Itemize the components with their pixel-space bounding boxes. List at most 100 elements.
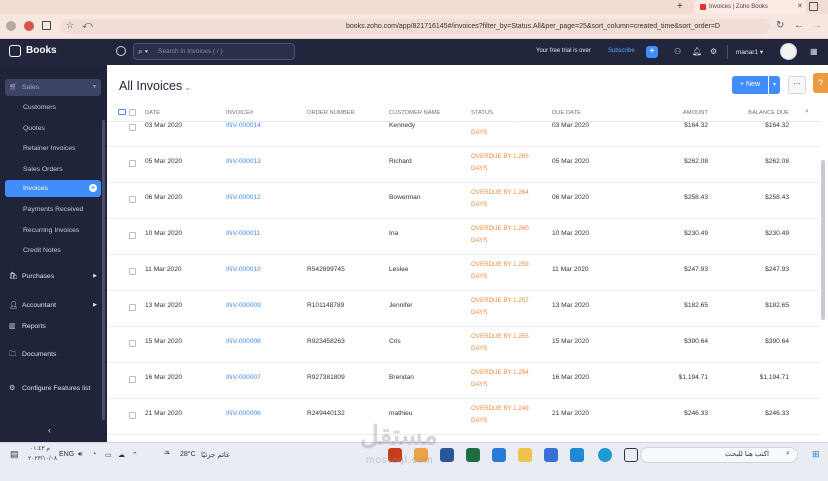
forward-icon[interactable]: → — [812, 20, 822, 31]
sidebar-item-quotes[interactable]: Quotes — [5, 120, 101, 137]
quick-create-button[interactable]: + — [646, 46, 658, 58]
sidebar-item-invoices[interactable]: Invoices + — [5, 180, 101, 197]
reload-icon[interactable]: ↻ — [776, 20, 784, 31]
taskbar-search[interactable]: اكتب هنا للبحث — [640, 447, 798, 463]
books-logo-icon[interactable] — [9, 45, 21, 57]
weather-icon[interactable]: ⛅︎ — [164, 451, 170, 459]
sidebar-item-configure-features[interactable]: ⚙ Configure Features list — [5, 380, 101, 397]
table-row[interactable]: 11 Mar 2020 INV-000010 R542699745 Leslee OVE… — [107, 255, 820, 291]
recent-activity-icon[interactable] — [116, 46, 126, 56]
volume-icon[interactable]: 🔊︎ — [78, 451, 82, 459]
column-header-status[interactable]: STATUS — [471, 110, 493, 116]
row-checkbox[interactable] — [129, 160, 136, 167]
sidebar-scrollbar[interactable] — [102, 120, 105, 420]
column-header-invoice[interactable]: INVOICE# — [226, 110, 253, 116]
column-header-amount[interactable]: AMOUNT — [683, 110, 708, 116]
row-checkbox[interactable] — [129, 232, 136, 239]
search-icon[interactable]: ⌕ — [805, 108, 809, 116]
row-checkbox[interactable] — [129, 304, 136, 311]
table-row[interactable]: 03 Mar 2020 INV-000014 Kennedy OVERDUE BY 1… — [107, 122, 820, 147]
browser-tab[interactable]: Invoices | Zoho Books — [694, 0, 806, 14]
settings-icon[interactable]: ⚙ — [710, 47, 717, 56]
sidebar-toggle-icon[interactable] — [42, 21, 51, 30]
subscribe-link[interactable]: Subscribe — [608, 48, 635, 54]
table-row[interactable]: 13 Mar 2020 INV-000009 R101148789 Jennifer O… — [107, 291, 820, 327]
cell-invoice-link[interactable]: INV-000008 — [226, 338, 261, 345]
org-switcher[interactable]: manar1 ▾ — [736, 48, 763, 56]
back-icon[interactable]: ← — [794, 20, 804, 31]
column-header-date[interactable]: DATE — [145, 110, 160, 116]
task-view-icon[interactable] — [624, 448, 638, 462]
row-checkbox[interactable] — [129, 196, 136, 203]
column-header-order-number[interactable]: ORDER NUMBER — [307, 110, 355, 116]
cell-invoice-link[interactable]: INV-000012 — [226, 194, 261, 201]
cloud-icon[interactable]: ☁ — [118, 451, 125, 459]
sidebar-item-accountant[interactable]: 👤︎ Accountant ▶ — [5, 297, 101, 314]
excel-icon[interactable] — [466, 448, 480, 462]
column-header-balance-due[interactable]: BALANCE DUE — [748, 110, 789, 116]
table-row[interactable]: 21 Mar 2020 INV-000006 R249440132 mathieu OV… — [107, 399, 820, 435]
store-icon[interactable] — [544, 448, 558, 462]
sidebar-item-retainer-invoices[interactable]: Retainer Invoices — [5, 140, 101, 157]
search-icon[interactable]: ⌕ — [786, 450, 790, 458]
sidebar-item-customers[interactable]: Customers — [5, 99, 101, 116]
sidebar-item-purchases[interactable]: 🛍︎ Purchases ▶ — [5, 268, 101, 285]
new-dropdown-button[interactable]: ▼ — [769, 76, 780, 94]
sidebar-item-payments-received[interactable]: Payments Received — [5, 201, 101, 218]
main-scrollbar[interactable] — [821, 160, 825, 320]
cell-invoice-link[interactable]: INV-000009 — [226, 302, 261, 309]
url-field[interactable]: books.zoho.com/app/821716145#/invoices?f… — [60, 19, 770, 34]
row-checkbox[interactable] — [129, 124, 136, 131]
language-indicator[interactable]: ENG — [59, 451, 74, 458]
tab-menu-icon[interactable] — [809, 2, 818, 11]
weather-text[interactable]: غائم جزئيًا — [201, 451, 230, 459]
battery-icon[interactable]: ▭ — [105, 451, 112, 459]
row-checkbox[interactable] — [129, 340, 136, 347]
cell-invoice-link[interactable]: INV-000006 — [226, 410, 261, 417]
column-header-due-date[interactable]: DUE DATE — [552, 110, 581, 116]
more-options-button[interactable]: ··· — [788, 76, 806, 94]
mail-icon[interactable] — [492, 448, 506, 462]
brand-name[interactable]: Books — [26, 45, 57, 56]
table-row[interactable]: 05 Mar 2020 INV-000013 Richard OVERDUE BY 1… — [107, 147, 820, 183]
cell-invoice-link[interactable]: INV-000011 — [226, 230, 260, 237]
reader-icon[interactable]: ⤺ — [82, 20, 93, 31]
column-header-customer[interactable]: CUSTOMER NAME — [389, 110, 440, 116]
table-row[interactable]: 10 Mar 2020 INV-000011 Ina OVERDUE BY 1,260… — [107, 219, 820, 255]
help-button[interactable]: ? — [813, 73, 828, 93]
file-explorer-icon[interactable] — [518, 448, 532, 462]
sidebar-item-documents[interactable]: 🗀 Documents — [5, 346, 101, 363]
search-input[interactable] — [158, 45, 292, 58]
cell-invoice-link[interactable]: INV-000013 — [226, 158, 261, 165]
view-switcher[interactable]: All Invoices ⌄ — [119, 79, 191, 93]
new-invoice-button[interactable]: + New — [732, 76, 768, 94]
tray-chevron-icon[interactable]: ⌃ — [132, 451, 138, 459]
notifications-icon[interactable]: 🔔︎ — [692, 47, 702, 56]
search-icon[interactable]: ⌕ ▾ — [138, 47, 148, 57]
table-row[interactable]: 06 Mar 2020 INV-000012 Bowerman OVERDUE BY … — [107, 183, 820, 219]
cell-invoice-link[interactable]: INV-000014 — [226, 122, 261, 129]
bookmark-star-icon[interactable]: ☆ — [66, 20, 74, 31]
table-row[interactable]: 16 Mar 2020 INV-000007 R927381809 Brendan OV… — [107, 363, 820, 399]
clock-time[interactable]: م ٠١:٤٣ — [30, 445, 50, 452]
cell-invoice-link[interactable]: INV-000007 — [226, 374, 261, 381]
sidebar-item-sales-orders[interactable]: Sales Orders — [5, 161, 101, 178]
table-row[interactable]: 15 Mar 2020 INV-000008 R923458263 Cris OVERD… — [107, 327, 820, 363]
sidebar-item-credit-notes[interactable]: Credit Notes — [5, 242, 101, 259]
add-invoice-icon[interactable]: + — [89, 184, 97, 192]
row-checkbox[interactable] — [129, 376, 136, 383]
avatar[interactable] — [780, 43, 797, 60]
sidebar-item-recurring-invoices[interactable]: Recurring Invoices — [5, 222, 101, 239]
windows-start-icon[interactable]: ⊞ — [812, 449, 820, 460]
select-all-checkbox[interactable] — [129, 109, 136, 116]
collapse-sidebar-icon[interactable]: ‹ — [48, 425, 51, 435]
edge-icon[interactable] — [598, 448, 612, 462]
notification-center-icon[interactable]: ▤ — [10, 449, 19, 460]
clock-date[interactable]: ٢٠٢٣/١٠/٠٨ — [28, 455, 57, 462]
extension-icon[interactable] — [24, 21, 34, 31]
apps-grid-icon[interactable]: ▦ — [810, 47, 818, 56]
close-tab-icon[interactable]: ✕ — [797, 2, 803, 10]
weather-temp[interactable]: 28°C — [180, 451, 196, 458]
row-checkbox[interactable] — [129, 412, 136, 419]
word-icon[interactable] — [440, 448, 454, 462]
